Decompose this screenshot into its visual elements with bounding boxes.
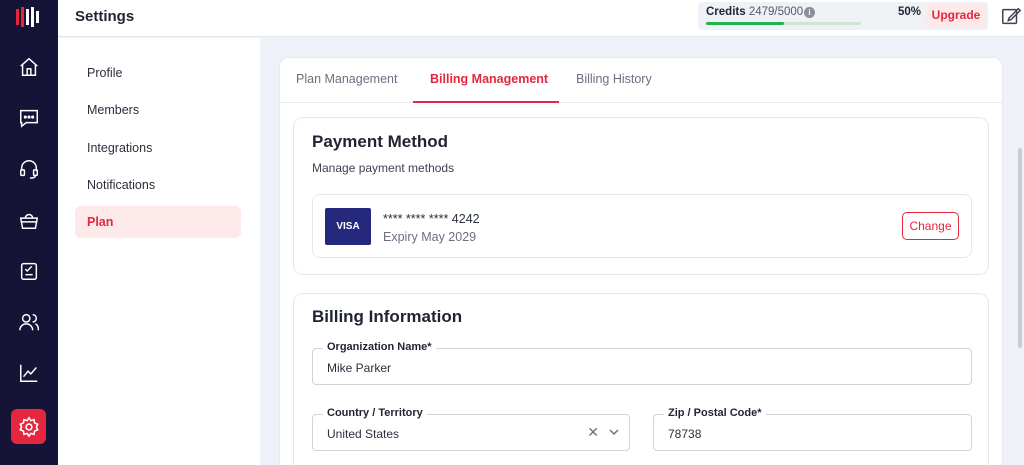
chevron-down-icon[interactable] (608, 426, 620, 438)
card-number: **** **** **** 4242 (383, 212, 480, 226)
tab-plan-management[interactable]: Plan Management (296, 72, 397, 86)
payment-card-row: VISA **** **** **** 4242 Expiry May 2029… (312, 194, 972, 258)
tab-bar: Plan Management Billing Management Billi… (280, 58, 1002, 103)
payment-method-subtitle: Manage payment methods (312, 161, 455, 175)
payment-method-section: Payment Method Manage payment methods VI… (293, 117, 989, 275)
logo-icon[interactable] (16, 7, 40, 27)
chat-icon[interactable] (14, 103, 44, 133)
settings-item-profile[interactable]: Profile (75, 57, 241, 89)
tab-billing-management[interactable]: Billing Management (430, 72, 548, 86)
country-label: Country / Territory (323, 407, 427, 419)
credits-percent: 50% (898, 6, 922, 18)
tab-billing-history[interactable]: Billing History (576, 72, 652, 86)
chart-icon[interactable] (14, 358, 44, 388)
top-bar: Settings Credits 2479/5000 i 50% Upgrade (58, 0, 1024, 37)
settings-item-plan[interactable]: Plan (75, 206, 241, 238)
tasks-icon[interactable] (14, 256, 44, 286)
settings-icon[interactable] (11, 409, 46, 444)
active-tab-indicator (413, 101, 559, 103)
organization-name-value: Mike Parker (327, 361, 392, 375)
credits-progress-fill (706, 22, 784, 25)
settings-sidebar: Profile Members Integrations Notificatio… (58, 38, 260, 465)
clear-icon[interactable]: ✕ (587, 424, 599, 441)
organization-name-field[interactable]: Organization Name* Mike Parker (312, 341, 972, 385)
zip-code-field[interactable]: Zip / Postal Code* 78738 (653, 407, 972, 451)
basket-icon[interactable] (14, 205, 44, 235)
zip-code-value: 78738 (668, 427, 702, 441)
credits-progress-bar (706, 22, 861, 25)
page-title: Settings (75, 8, 135, 25)
scrollbar-thumb[interactable] (1018, 148, 1022, 348)
organization-name-label: Organization Name* (323, 341, 436, 353)
credits-value: 2479/5000 (748, 6, 804, 18)
settings-item-notifications[interactable]: Notifications (75, 169, 241, 201)
settings-item-members[interactable]: Members (75, 94, 241, 126)
headset-icon[interactable] (14, 154, 44, 184)
change-payment-button[interactable]: Change (902, 212, 959, 240)
left-rail (0, 0, 58, 465)
country-select[interactable]: Country / Territory United States ✕ (312, 407, 630, 451)
visa-card-icon: VISA (325, 208, 371, 245)
settings-item-integrations[interactable]: Integrations (75, 132, 241, 164)
home-icon[interactable] (14, 52, 44, 82)
main-content-card: Plan Management Billing Management Billi… (279, 57, 1003, 465)
credits-label: Credits (706, 6, 746, 18)
country-value: United States (327, 427, 400, 441)
edit-icon[interactable] (1000, 5, 1022, 27)
billing-information-title: Billing Information (312, 307, 463, 326)
scrollbar[interactable] (1016, 38, 1024, 465)
zip-code-label: Zip / Postal Code* (664, 407, 766, 419)
billing-information-section: Billing Information Organization Name* M… (293, 293, 989, 465)
info-icon[interactable]: i (804, 7, 815, 18)
card-expiry: Expiry May 2029 (383, 230, 477, 244)
upgrade-button[interactable]: Upgrade (926, 3, 986, 27)
users-icon[interactable] (14, 307, 44, 337)
payment-method-title: Payment Method (312, 132, 449, 151)
